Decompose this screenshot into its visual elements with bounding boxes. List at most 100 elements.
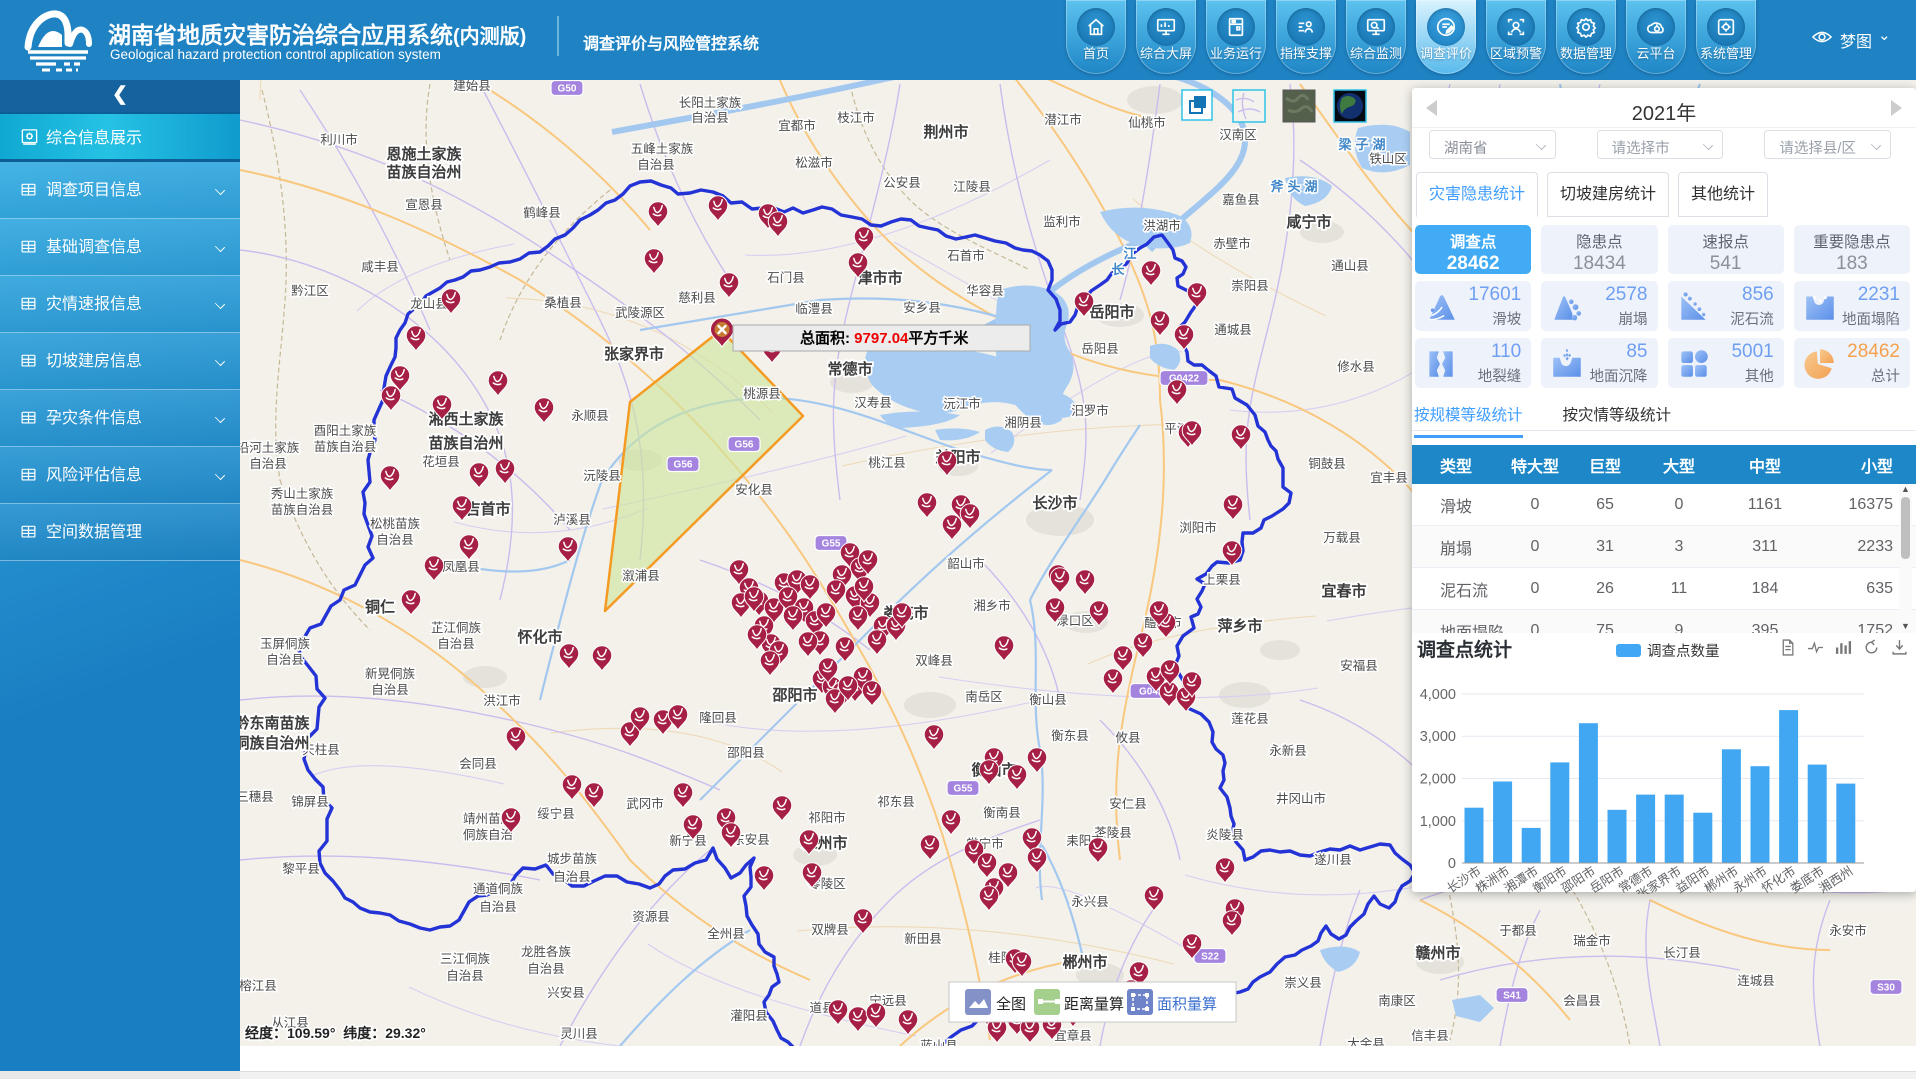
svg-text:五峰土家族: 五峰土家族 bbox=[631, 141, 694, 156]
svg-text:嘉鱼县: 嘉鱼县 bbox=[1222, 193, 1260, 207]
svg-text:修水县: 修水县 bbox=[1337, 359, 1375, 374]
svg-text:石首市: 石首市 bbox=[947, 248, 985, 263]
svg-text:新宁县: 新宁县 bbox=[669, 833, 707, 848]
svg-text:长: 长 bbox=[1111, 262, 1125, 277]
svg-text:总面积: 9797.04平方千米: 总面积: 9797.04平方千米 bbox=[800, 329, 969, 347]
svg-text:衡南县: 衡南县 bbox=[983, 805, 1021, 820]
svg-text:苗族自治州: 苗族自治州 bbox=[428, 434, 503, 452]
svg-text:怀化市: 怀化市 bbox=[517, 628, 562, 646]
svg-text:宜都市: 宜都市 bbox=[778, 118, 816, 133]
svg-text:会昌县: 会昌县 bbox=[1563, 994, 1601, 1008]
svg-text:通山县: 通山县 bbox=[1331, 259, 1369, 273]
svg-text:G56: G56 bbox=[735, 440, 754, 451]
svg-text:崇义县: 崇义县 bbox=[1284, 976, 1322, 990]
svg-text:安仁县: 安仁县 bbox=[1109, 796, 1147, 811]
svg-text:公安县: 公安县 bbox=[883, 175, 921, 190]
svg-text:华容县: 华容县 bbox=[966, 283, 1004, 298]
svg-text:郴州市: 郴州市 bbox=[1062, 953, 1107, 971]
svg-text:建始县: 建始县 bbox=[453, 79, 491, 93]
svg-text:邵阳县: 邵阳县 bbox=[727, 746, 765, 760]
svg-text:G55: G55 bbox=[954, 784, 973, 795]
svg-text:汉寿县: 汉寿县 bbox=[854, 396, 892, 410]
svg-text:铜仁: 铜仁 bbox=[365, 598, 395, 616]
svg-text:黔东南苗族: 黔东南苗族 bbox=[234, 714, 310, 732]
svg-text:经度：109.59° 纬度：29.32°: 经度：109.59° 纬度：29.32° bbox=[245, 1025, 426, 1041]
svg-text:咸宁市: 咸宁市 bbox=[1286, 213, 1331, 231]
svg-text:4,000: 4,000 bbox=[1420, 687, 1456, 703]
svg-text:汉南区: 汉南区 bbox=[1219, 127, 1257, 142]
svg-text:赤壁市: 赤壁市 bbox=[1213, 236, 1251, 251]
svg-text:萍乡市: 萍乡市 bbox=[1217, 617, 1262, 635]
svg-text:遂川县: 遂川县 bbox=[1314, 853, 1352, 867]
svg-text:信丰县: 信丰县 bbox=[1411, 1029, 1449, 1043]
svg-text:南岳区: 南岳区 bbox=[965, 689, 1003, 704]
svg-text:吉首市: 吉首市 bbox=[465, 500, 510, 518]
svg-text:3,000: 3,000 bbox=[1420, 729, 1456, 745]
svg-text:长沙市: 长沙市 bbox=[1032, 494, 1077, 512]
svg-text:攸县: 攸县 bbox=[1115, 730, 1140, 745]
svg-text:松滋市: 松滋市 bbox=[795, 155, 833, 170]
svg-text:井冈山市: 井冈山市 bbox=[1276, 791, 1326, 806]
svg-text:临澧县: 临澧县 bbox=[795, 302, 833, 316]
svg-text:自治县: 自治县 bbox=[479, 900, 517, 914]
svg-text:花垣县: 花垣县 bbox=[422, 454, 460, 469]
svg-text:黔江区: 黔江区 bbox=[291, 283, 329, 298]
svg-text:灌阳县: 灌阳县 bbox=[730, 1009, 768, 1023]
svg-text:自治县: 自治县 bbox=[266, 653, 304, 667]
svg-text:斧头湖: 斧头湖 bbox=[1270, 179, 1321, 194]
svg-text:岳阳县: 岳阳县 bbox=[1081, 342, 1119, 356]
svg-text:岳阳市: 岳阳市 bbox=[1089, 303, 1134, 321]
svg-text:泸溪县: 泸溪县 bbox=[553, 513, 591, 527]
svg-text:铜鼓县: 铜鼓县 bbox=[1308, 456, 1346, 471]
svg-text:荆州市: 荆州市 bbox=[923, 123, 968, 141]
svg-text:梁子湖: 梁子湖 bbox=[1337, 137, 1389, 152]
svg-text:灵川县: 灵川县 bbox=[560, 1027, 598, 1041]
svg-text:江陵县: 江陵县 bbox=[953, 180, 991, 194]
svg-text:恩施土家族: 恩施土家族 bbox=[386, 145, 462, 163]
svg-text:通城县: 通城县 bbox=[1214, 323, 1252, 337]
svg-text:南康区: 南康区 bbox=[1378, 993, 1416, 1008]
svg-text:侗族自治: 侗族自治 bbox=[463, 828, 513, 842]
svg-text:G50: G50 bbox=[558, 84, 577, 95]
svg-text:连城县: 连城县 bbox=[1737, 973, 1775, 988]
svg-text:铁山区: 铁山区 bbox=[1369, 152, 1407, 166]
svg-text:安化县: 安化县 bbox=[735, 482, 773, 497]
svg-text:资源县: 资源县 bbox=[632, 910, 670, 924]
svg-text:凤凰县: 凤凰县 bbox=[442, 560, 480, 574]
svg-text:咸丰县: 咸丰县 bbox=[361, 260, 399, 274]
svg-text:自治县: 自治县 bbox=[637, 158, 675, 172]
svg-text:监利市: 监利市 bbox=[1043, 214, 1081, 229]
svg-text:S30: S30 bbox=[1877, 983, 1895, 994]
svg-text:湘阴县: 湘阴县 bbox=[1004, 415, 1042, 430]
svg-text:G55: G55 bbox=[822, 539, 841, 550]
svg-text:全图: 全图 bbox=[996, 995, 1026, 1013]
svg-text:自治县: 自治县 bbox=[527, 962, 565, 976]
svg-text:江: 江 bbox=[1123, 246, 1136, 261]
svg-text:崇阳县: 崇阳县 bbox=[1231, 279, 1269, 293]
svg-text:慈利县: 慈利县 bbox=[678, 290, 716, 305]
svg-text:酉阳土家族: 酉阳土家族 bbox=[314, 423, 377, 438]
svg-text:长阳土家族: 长阳土家族 bbox=[679, 95, 742, 110]
svg-text:宣恩县: 宣恩县 bbox=[405, 197, 443, 212]
svg-text:浏阳市: 浏阳市 bbox=[1179, 520, 1217, 535]
svg-text:常德市: 常德市 bbox=[827, 360, 872, 378]
svg-text:松桃苗族: 松桃苗族 bbox=[370, 516, 421, 531]
svg-text:自治县: 自治县 bbox=[249, 457, 287, 471]
svg-text:沅江市: 沅江市 bbox=[943, 396, 981, 411]
svg-text:利川市: 利川市 bbox=[320, 132, 358, 147]
svg-text:永新县: 永新县 bbox=[1269, 743, 1307, 758]
svg-text:芷江侗族: 芷江侗族 bbox=[431, 621, 482, 635]
svg-text:通道侗族: 通道侗族 bbox=[473, 882, 524, 896]
svg-text:洪湖市: 洪湖市 bbox=[1143, 218, 1181, 233]
svg-text:津市市: 津市市 bbox=[857, 269, 902, 287]
svg-text:安乡县: 安乡县 bbox=[903, 300, 941, 315]
svg-text:绥宁县: 绥宁县 bbox=[537, 806, 575, 821]
svg-text:隆回县: 隆回县 bbox=[699, 710, 737, 725]
svg-text:自治县: 自治县 bbox=[691, 111, 729, 125]
svg-text:邵阳市: 邵阳市 bbox=[771, 686, 817, 704]
svg-text:桃源县: 桃源县 bbox=[743, 386, 781, 401]
svg-text:玉屏侗族: 玉屏侗族 bbox=[260, 637, 311, 651]
svg-text:苗族自治县: 苗族自治县 bbox=[271, 503, 334, 517]
svg-text:沿河土家族: 沿河土家族 bbox=[237, 440, 300, 455]
svg-text:炎陵县: 炎陵县 bbox=[1206, 828, 1244, 842]
